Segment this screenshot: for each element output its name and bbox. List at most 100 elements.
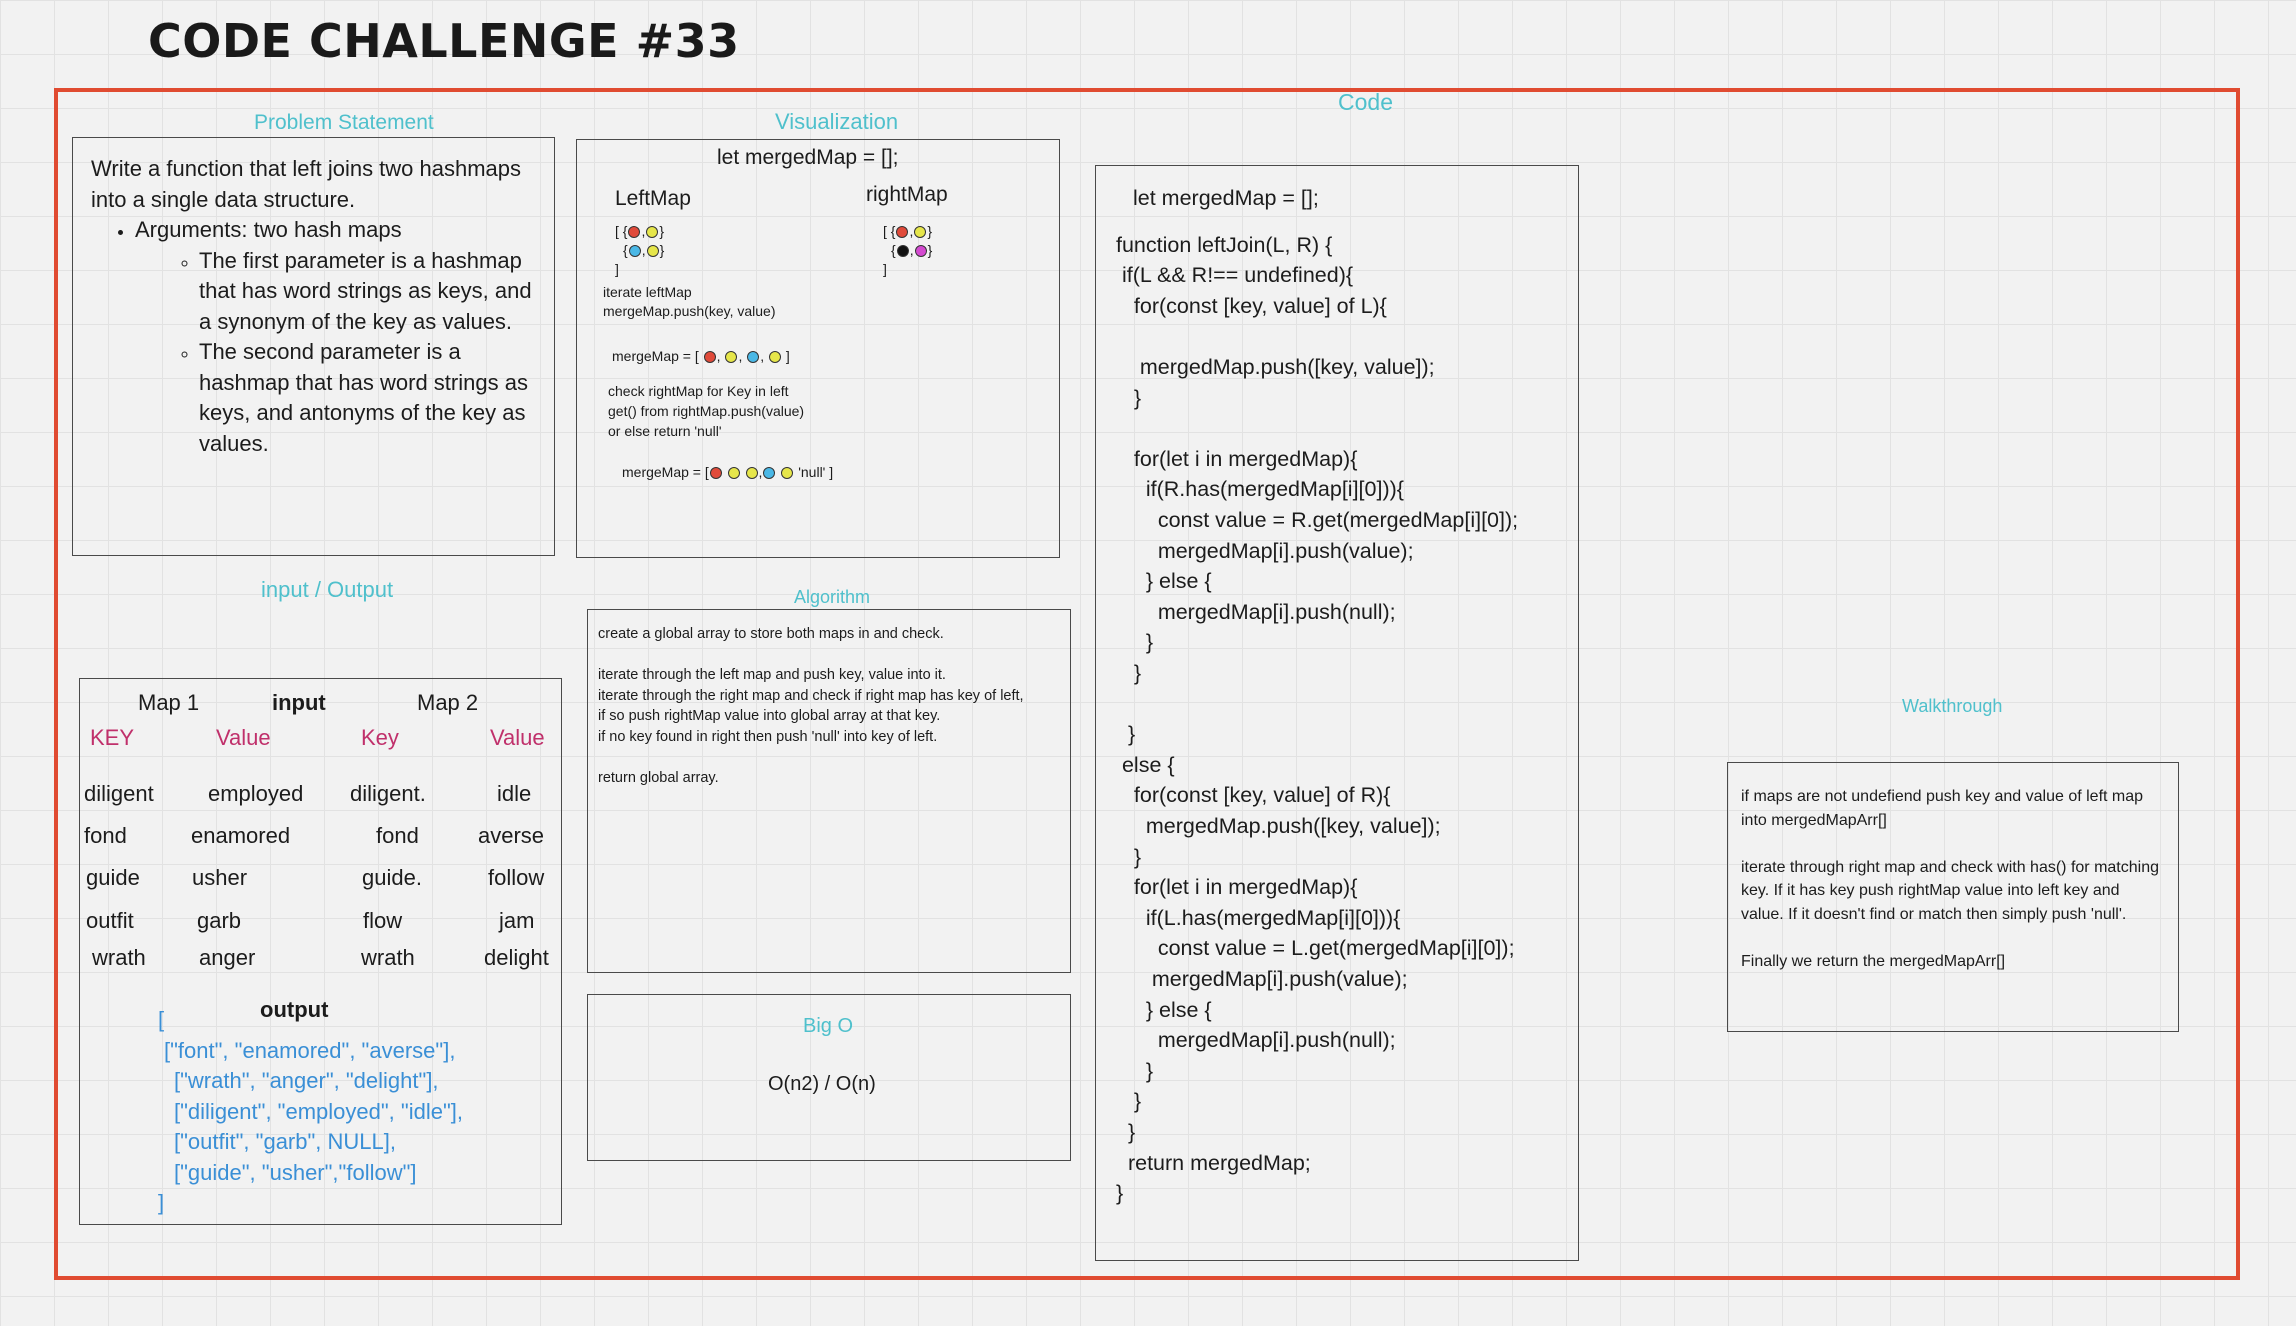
io-cell: averse	[478, 823, 545, 848]
bracket: [	[615, 223, 619, 239]
bracket: ]	[785, 348, 790, 364]
io-header-3: Value	[490, 725, 545, 750]
code-line: }	[1116, 722, 1136, 747]
yellow-dot	[646, 245, 659, 258]
algorithm-line: iterate through the right map and check …	[598, 687, 1024, 704]
code-line: for(let i in mergedMap){	[1116, 446, 1358, 471]
walkthrough-line: iterate through right map and check with…	[1741, 858, 2159, 923]
code-line: if(L && R!== undefined){	[1116, 263, 1354, 288]
code-line: }	[1116, 1181, 1124, 1206]
problem-param-2: The second parameter is a hashmap that h…	[199, 337, 536, 459]
code-line: mergedMap.push([key, value]);	[1116, 355, 1435, 379]
comma: ,	[758, 464, 763, 480]
null-value: 'null'	[798, 464, 826, 480]
comma: ,	[641, 242, 646, 258]
code-box: let mergedMap = []; function leftJoin(L, …	[1095, 165, 1579, 1261]
problem-statement-box: Write a function that left joins two has…	[72, 137, 555, 556]
walkthrough-line	[1741, 832, 2165, 856]
yellow-dot	[914, 226, 927, 239]
io-header-0: KEY	[90, 725, 135, 750]
viz-right-map-label: rightMap	[866, 183, 948, 206]
brace: }	[659, 242, 665, 258]
code-line: const value = R.get(mergedMap[i][0]);	[1116, 508, 1519, 532]
io-output-line: ["guide", "usher","follow"]	[174, 1159, 417, 1185]
io-cell: diligent	[84, 781, 154, 806]
bracket: ]	[829, 464, 834, 480]
problem-param-1: The first parameter is a hashmap that ha…	[199, 246, 536, 338]
viz-check-1: check rightMap for Key in left	[608, 383, 789, 399]
algorithm-label: Algorithm	[794, 587, 871, 607]
magenta-dot	[914, 245, 927, 258]
viz-left-map-row-1: [ {,}	[615, 223, 664, 239]
io-output-line: ["outfit", "garb", NULL],	[174, 1129, 396, 1154]
algorithm-line	[598, 747, 1060, 768]
viz-push-text: mergeMap.push(key, value)	[603, 303, 776, 319]
walkthrough-line: Finally we return the mergedMapArr[]	[1741, 952, 2006, 970]
io-output-line: ["wrath", "anger", "delight"],	[174, 1068, 439, 1093]
bigo-value: O(n2) / O(n)	[768, 1073, 876, 1095]
code-line: }	[1116, 385, 1142, 410]
comma: ,	[641, 223, 646, 239]
io-cell: fond	[84, 823, 127, 848]
comma: ,	[909, 223, 914, 239]
problem-args-list: Arguments: two hash maps The first param…	[91, 215, 536, 459]
yellow-dot	[646, 226, 659, 239]
io-input-label: input	[272, 690, 326, 715]
code-line: let mergedMap = [];	[1133, 186, 1319, 210]
algorithm-line: if no key found in right then push 'null…	[598, 728, 938, 745]
brace: {	[891, 242, 896, 258]
code-line: if(R.has(mergedMap[i][0])){	[1116, 477, 1404, 502]
io-cell: wrath	[92, 945, 146, 970]
code-line: }	[1116, 844, 1142, 869]
algorithm-box: create a global array to store both maps…	[587, 609, 1071, 973]
io-header-2: Key	[361, 725, 399, 750]
io-cell: flow	[363, 908, 403, 933]
brace: }	[927, 242, 933, 258]
code-line: for(let i in mergedMap){	[1116, 875, 1358, 900]
io-label: input / Output	[261, 577, 394, 602]
red-dot	[703, 351, 716, 364]
viz-check-2: get() from rightMap.push(value)	[608, 403, 805, 419]
code-line: mergedMap[i].push(value);	[1116, 538, 1414, 563]
io-cell: guide	[86, 865, 140, 890]
blue-dot	[747, 351, 760, 364]
io-cell: usher	[192, 865, 248, 890]
comma: ,	[760, 348, 765, 364]
viz-iterate-text: iterate leftMap	[603, 284, 692, 300]
problem-intro: Write a function that left joins two has…	[91, 156, 522, 212]
viz-merged-init: let mergedMap = [];	[717, 146, 899, 169]
brace: {	[622, 223, 628, 239]
walkthrough-box: if maps are not undefiend push key and v…	[1727, 762, 2179, 1032]
bigo-label: Big O	[803, 1015, 854, 1037]
red-dot	[628, 226, 641, 239]
io-cell: wrath	[361, 945, 415, 970]
viz-merge-row-2: mergeMap = [ , 'null' ]	[622, 464, 833, 480]
viz-merge-row-1: mergeMap = [ , , , ]	[612, 348, 790, 364]
io-output-label: output	[260, 997, 329, 1022]
merge-label: mergeMap = [	[622, 464, 709, 480]
yellow-dot	[769, 351, 781, 364]
io-cell: guide.	[362, 865, 422, 890]
yellow-dot	[725, 351, 738, 364]
code-line: for(const [key, value] of L){	[1116, 293, 1387, 318]
code-line: }	[1116, 661, 1142, 685]
viz-right-map-row-2: {,}	[891, 242, 932, 258]
io-output-line: [	[158, 1007, 165, 1032]
problem-statement-label: Problem Statement	[254, 111, 434, 134]
bigo-box: Big O O(n2) / O(n)	[587, 994, 1071, 1161]
code-line: }	[1116, 1089, 1142, 1114]
algorithm-line: create a global array to store both maps…	[598, 626, 944, 642]
code-line: if(L.has(mergedMap[i][0])){	[1116, 905, 1401, 930]
viz-right-map-row-1: [ {,}	[883, 223, 932, 239]
io-cell: fond	[376, 823, 419, 848]
io-box: Map 1 input Map 2 KEY Value Key Value dilige…	[79, 678, 562, 1225]
io-cell: delight	[484, 945, 549, 970]
code-line: }	[1116, 630, 1154, 655]
viz-check-3: or else return 'null'	[608, 423, 722, 439]
yellow-dot	[745, 467, 758, 480]
problem-args-text: Arguments: two hash maps	[135, 217, 402, 242]
viz-left-map-row-2: {,}	[623, 242, 664, 258]
code-line: } else {	[1116, 569, 1212, 594]
blue-dot	[763, 467, 776, 480]
code-line: mergedMap.push([key, value]);	[1116, 814, 1441, 838]
